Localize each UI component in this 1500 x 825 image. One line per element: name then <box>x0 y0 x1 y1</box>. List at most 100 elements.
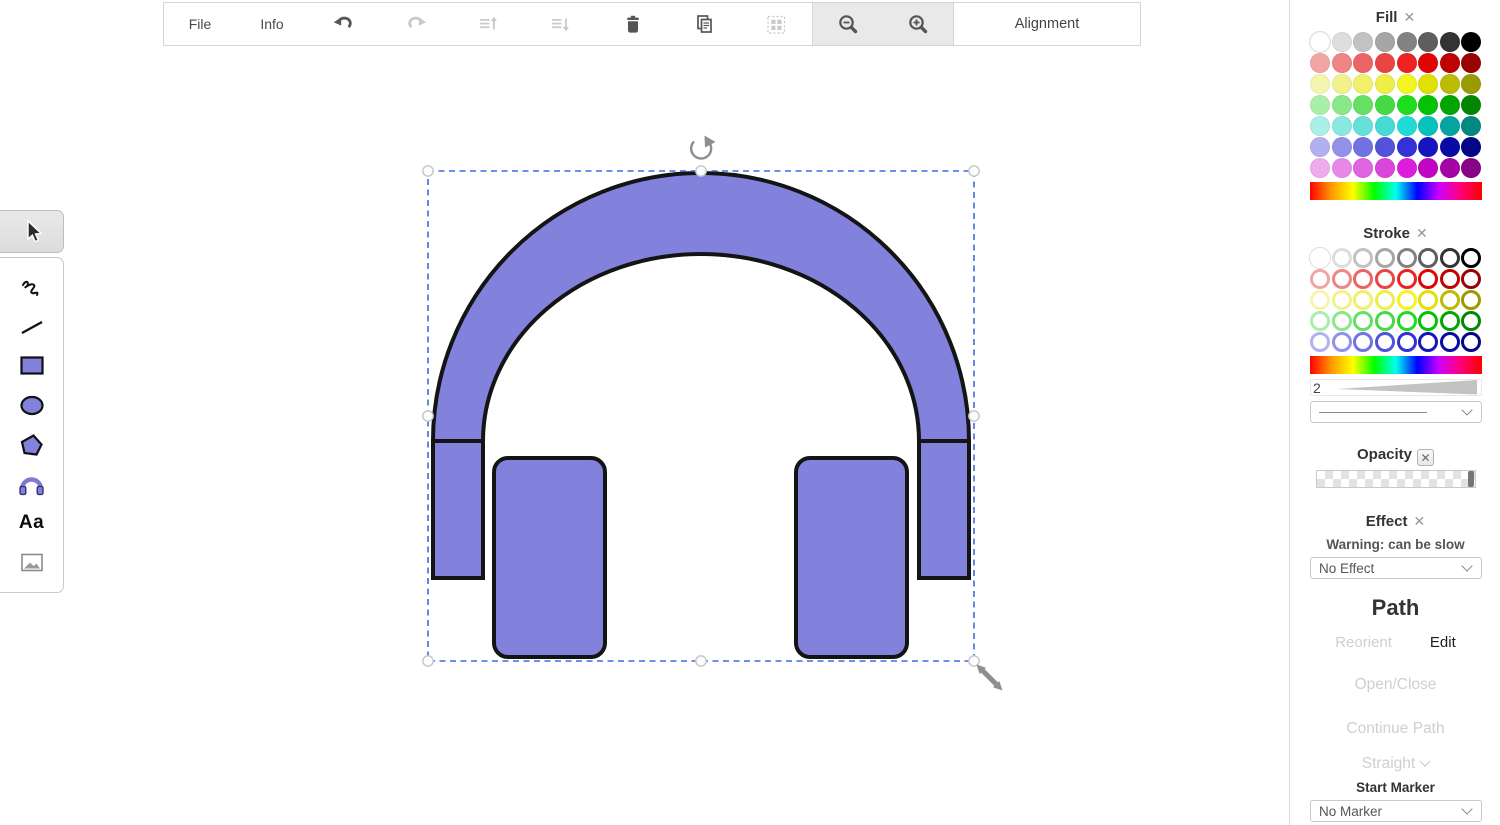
stroke-swatch[interactable] <box>1374 290 1395 310</box>
stroke-swatch[interactable] <box>1353 290 1374 310</box>
tool-rectangle[interactable] <box>17 352 47 380</box>
fill-swatch[interactable] <box>1418 32 1439 52</box>
stroke-swatch[interactable] <box>1461 269 1482 289</box>
stroke-spectrum-bar[interactable] <box>1310 356 1482 374</box>
fill-swatch[interactable] <box>1461 53 1482 73</box>
fill-swatch[interactable] <box>1396 116 1417 136</box>
fill-swatch[interactable] <box>1331 53 1352 73</box>
rotate-handle-icon[interactable] <box>689 135 716 160</box>
stroke-swatch[interactable] <box>1461 332 1482 352</box>
selection-handle[interactable] <box>695 165 707 177</box>
effect-select[interactable]: No Effect <box>1310 557 1482 579</box>
headphones-shape[interactable] <box>430 171 972 659</box>
fill-swatch[interactable] <box>1331 74 1352 94</box>
delete-button[interactable] <box>596 4 668 44</box>
selection-handle[interactable] <box>422 655 434 667</box>
stroke-swatch[interactable] <box>1331 290 1352 310</box>
fill-swatch[interactable] <box>1461 116 1482 136</box>
fill-swatch[interactable] <box>1310 116 1330 136</box>
fill-swatch[interactable] <box>1396 74 1417 94</box>
fill-swatch[interactable] <box>1418 74 1439 94</box>
fill-swatch[interactable] <box>1396 53 1417 73</box>
fill-swatch[interactable] <box>1461 74 1482 94</box>
fill-swatch[interactable] <box>1310 158 1330 178</box>
stroke-swatch[interactable] <box>1418 269 1439 289</box>
stroke-swatch[interactable] <box>1310 290 1330 310</box>
fill-swatch[interactable] <box>1418 116 1439 136</box>
fill-swatch[interactable] <box>1439 32 1460 52</box>
selection-handle[interactable] <box>422 165 434 177</box>
fill-swatch[interactable] <box>1439 116 1460 136</box>
headphones-left-earcup[interactable] <box>492 456 607 659</box>
stroke-swatch[interactable] <box>1309 247 1331 269</box>
stroke-swatch[interactable] <box>1396 269 1417 289</box>
duplicate-button[interactable] <box>668 4 740 44</box>
tool-select[interactable] <box>0 210 64 253</box>
stroke-swatch[interactable] <box>1331 311 1352 331</box>
stroke-width-slider[interactable] <box>1337 379 1477 396</box>
effect-close-icon[interactable]: ✕ <box>1413 513 1425 529</box>
stroke-swatch[interactable] <box>1353 332 1374 352</box>
fill-swatch[interactable] <box>1418 53 1439 73</box>
stroke-swatch[interactable] <box>1439 311 1460 331</box>
headphones-right-earcup[interactable] <box>794 456 909 659</box>
stroke-swatch[interactable] <box>1310 332 1330 352</box>
stroke-swatch[interactable] <box>1439 248 1460 268</box>
start-marker-select[interactable]: No Marker <box>1310 800 1482 822</box>
fill-swatch[interactable] <box>1353 158 1374 178</box>
fill-swatch[interactable] <box>1396 32 1417 52</box>
stroke-swatch[interactable] <box>1418 311 1439 331</box>
fill-swatch[interactable] <box>1418 137 1439 157</box>
opacity-slider[interactable] <box>1315 470 1476 488</box>
headphones-right-band-end[interactable] <box>917 439 971 580</box>
fill-swatch[interactable] <box>1310 74 1330 94</box>
tool-scribble[interactable] <box>17 273 47 301</box>
fill-spectrum-bar[interactable] <box>1310 182 1482 200</box>
fill-swatch[interactable] <box>1374 53 1395 73</box>
edit-path-button[interactable]: Edit <box>1430 634 1456 651</box>
fill-swatch[interactable] <box>1439 53 1460 73</box>
stroke-swatch[interactable] <box>1374 248 1395 268</box>
stroke-swatch[interactable] <box>1418 290 1439 310</box>
fill-swatch[interactable] <box>1396 95 1417 115</box>
fill-swatch[interactable] <box>1374 137 1395 157</box>
fill-swatch[interactable] <box>1439 158 1460 178</box>
tool-polygon[interactable] <box>17 431 47 459</box>
file-button[interactable]: File <box>164 4 236 44</box>
fill-swatch[interactable] <box>1396 158 1417 178</box>
fill-swatch[interactable] <box>1353 74 1374 94</box>
stroke-swatch[interactable] <box>1331 269 1352 289</box>
stroke-swatch[interactable] <box>1310 269 1330 289</box>
fill-swatch[interactable] <box>1461 158 1482 178</box>
tool-line[interactable] <box>17 313 47 341</box>
opacity-slider-handle[interactable] <box>1467 471 1474 487</box>
tool-headphones-shape[interactable] <box>17 470 47 498</box>
fill-swatch[interactable] <box>1396 137 1417 157</box>
fill-swatch[interactable] <box>1353 95 1374 115</box>
stroke-swatch[interactable] <box>1461 311 1482 331</box>
stroke-swatch[interactable] <box>1331 332 1352 352</box>
headphones-headband[interactable] <box>430 171 972 443</box>
fill-swatch[interactable] <box>1461 95 1482 115</box>
fill-swatch[interactable] <box>1310 53 1330 73</box>
stroke-swatch[interactable] <box>1439 269 1460 289</box>
stroke-swatch[interactable] <box>1374 269 1395 289</box>
selection-handle[interactable] <box>695 655 707 667</box>
stroke-swatch[interactable] <box>1396 311 1417 331</box>
fill-close-icon[interactable]: ✕ <box>1403 9 1415 25</box>
zoom-out-button[interactable] <box>813 4 883 44</box>
fill-swatch[interactable] <box>1374 95 1395 115</box>
stroke-style-select[interactable] <box>1310 401 1482 423</box>
stroke-swatch[interactable] <box>1374 311 1395 331</box>
fill-swatch[interactable] <box>1331 137 1352 157</box>
stroke-swatch[interactable] <box>1374 332 1395 352</box>
fill-swatch[interactable] <box>1353 137 1374 157</box>
selection-handle[interactable] <box>968 655 980 667</box>
fill-swatch[interactable] <box>1309 31 1331 53</box>
drawing-canvas[interactable] <box>0 0 1290 825</box>
fill-swatch[interactable] <box>1353 53 1374 73</box>
stroke-swatch[interactable] <box>1353 311 1374 331</box>
fill-swatch[interactable] <box>1353 32 1374 52</box>
tool-ellipse[interactable] <box>17 391 47 419</box>
stroke-swatch[interactable] <box>1353 269 1374 289</box>
